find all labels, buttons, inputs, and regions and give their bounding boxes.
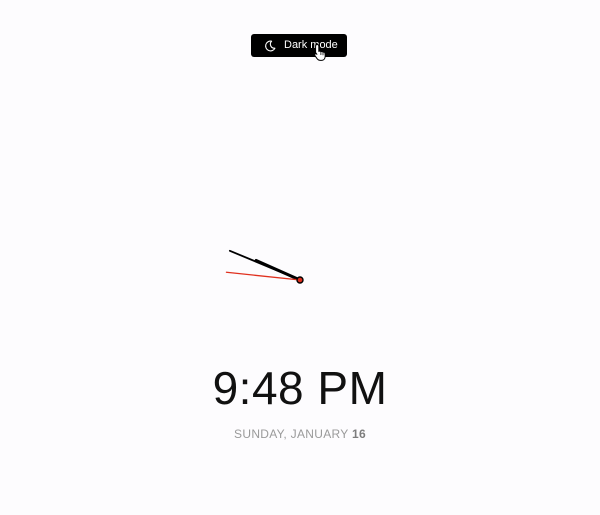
moon-icon [265,40,276,51]
date-weekday-month: SUNDAY, JANUARY [234,427,352,441]
dark-mode-label: Dark mode [284,39,338,51]
minute-hand [228,249,301,281]
analog-clock [225,249,304,284]
clock-page: Dark mode 9:48 PM SUNDAY, JANUARY 16 [0,0,600,515]
dark-mode-toggle-button[interactable]: Dark mode [251,34,347,57]
digital-time: 9:48 PM [212,362,388,414]
date-display: SUNDAY, JANUARY 16 [0,427,600,441]
date-day: 16 [352,427,366,441]
clock-center-pin [296,276,304,284]
